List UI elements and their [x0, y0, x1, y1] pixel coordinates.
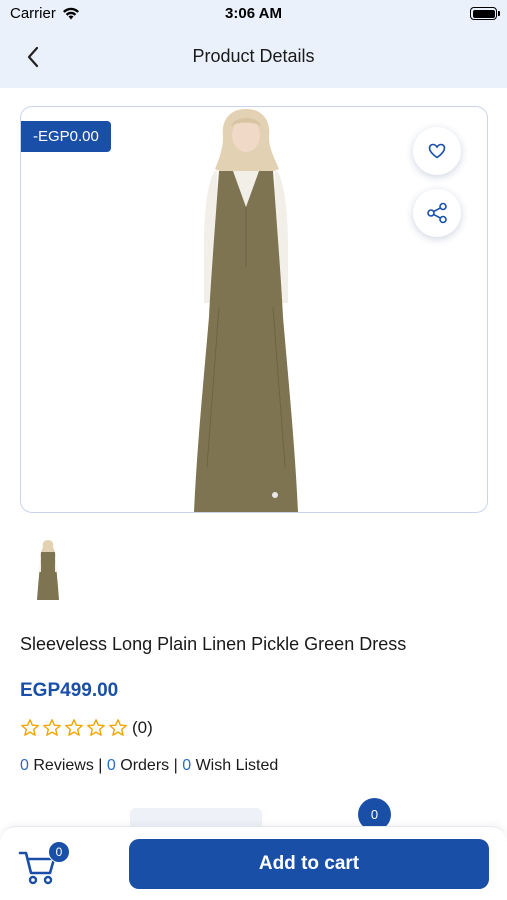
share-button[interactable] [413, 189, 461, 237]
product-price: EGP499.00 [20, 680, 119, 701]
cart-button[interactable]: 0 [18, 841, 70, 887]
heart-icon [428, 143, 446, 159]
header-area: Carrier 3:06 AM Product Details [0, 0, 507, 88]
rating-count: (0) [132, 718, 153, 737]
product-name: Sleeveless Long Plain Linen Pickle Green… [20, 634, 407, 654]
wishlist-label: Wish Listed [195, 757, 279, 774]
cart-count-badge: 0 [48, 841, 70, 863]
product-thumbnail[interactable] [28, 538, 68, 602]
reviews-count: 0 [20, 757, 29, 774]
status-time: 3:06 AM [225, 5, 282, 22]
add-to-cart-button[interactable]: Add to cart [129, 839, 489, 889]
wishlist-button[interactable] [413, 127, 461, 175]
star-icon [21, 719, 39, 736]
product-stats: 0 Reviews | 0 Orders | 0 Wish Listed [20, 757, 278, 775]
stats-separator: | [173, 757, 178, 774]
orders-label: Orders [120, 757, 170, 774]
orders-count: 0 [106, 757, 116, 774]
bottom-action-bar: 0 Add to cart [0, 826, 507, 900]
discount-badge: -EGP0.00 [21, 121, 111, 152]
reviews-label[interactable]: Reviews [33, 757, 93, 774]
rating-row: (0) [20, 718, 153, 738]
star-icon [87, 719, 105, 736]
stats-separator: | [98, 757, 103, 774]
page-title: Product Details [192, 46, 315, 66]
star-icon [65, 719, 83, 736]
star-icon [43, 719, 61, 736]
star-icon [109, 719, 127, 736]
battery-icon [470, 7, 500, 20]
product-image [194, 109, 298, 512]
share-icon [427, 202, 447, 224]
product-image-card[interactable]: -EGP0.00 [20, 106, 488, 513]
wishlist-count: 0 [182, 757, 192, 774]
navigation-bar: Product Details [0, 30, 507, 84]
status-bar: Carrier 3:06 AM [0, 0, 507, 28]
